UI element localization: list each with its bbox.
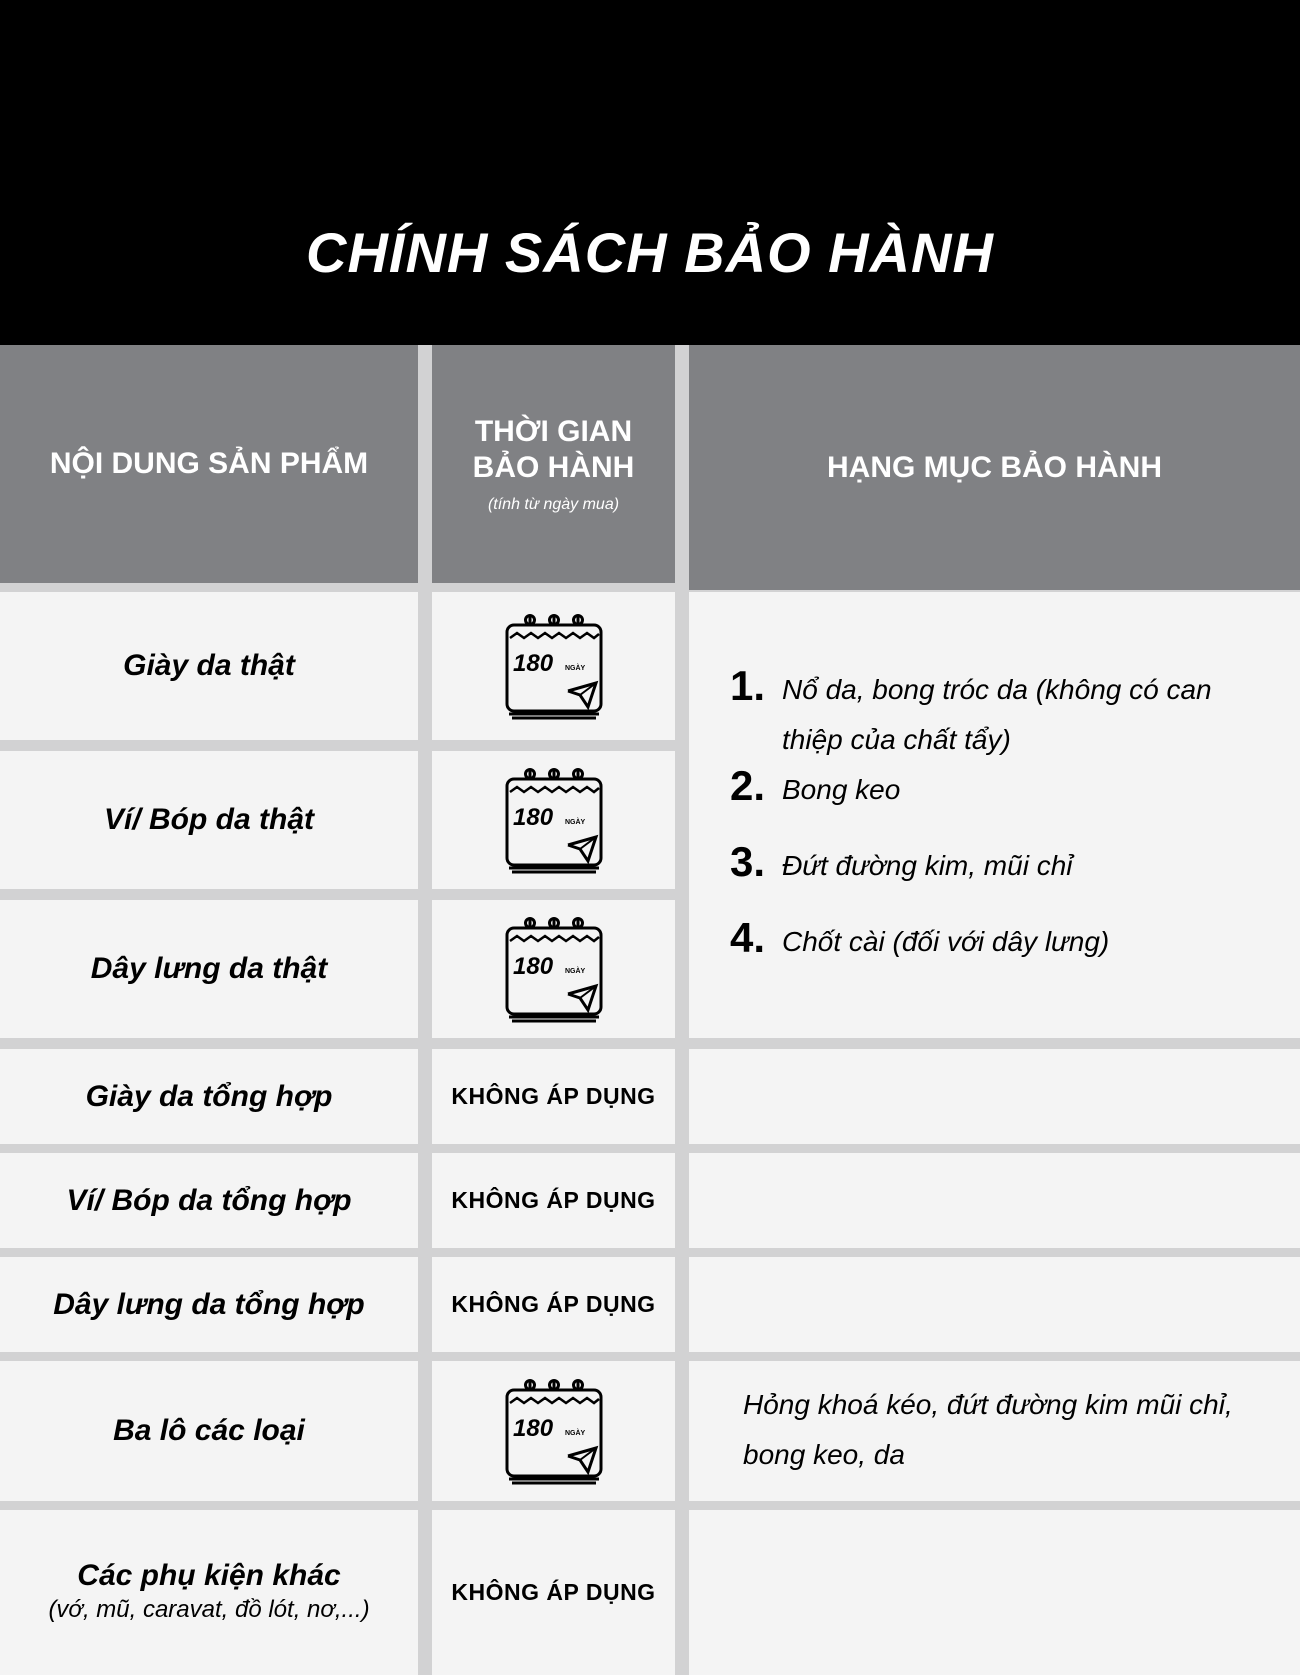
- period-not-applicable: KHÔNG ÁP DỤNG: [451, 1187, 656, 1213]
- list-text: Chốt cài (đối với dây lưng): [782, 926, 1110, 957]
- calendar-180-days-icon: 180 NGÀY: [505, 917, 602, 1023]
- row-product-cell: Ví/ Bóp da thật: [0, 751, 418, 889]
- period-not-applicable: KHÔNG ÁP DỤNG: [451, 1083, 656, 1109]
- row-product-cell: Giày da tổng hợp: [0, 1049, 418, 1144]
- badge-number: 180: [513, 953, 554, 980]
- row-product-cell: Dây lưng da thật: [0, 900, 418, 1038]
- list-number: 4.: [730, 914, 766, 961]
- row-period-cell: KHÔNG ÁP DỤNG: [432, 1510, 675, 1675]
- row-period-cell: 180 NGÀY: [432, 751, 675, 889]
- product-name: Giày da tổng hợp: [85, 1079, 333, 1113]
- list-number: 2.: [730, 762, 766, 809]
- calendar-180-days-icon: 180 NGÀY: [505, 614, 602, 720]
- badge-number: 180: [513, 650, 554, 677]
- list-number: 1.: [730, 662, 766, 709]
- badge-unit: NGÀY: [565, 1428, 586, 1437]
- list-number: 3.: [730, 838, 766, 885]
- product-name: Dây lưng da tổng hợp: [53, 1287, 365, 1321]
- period-not-applicable: KHÔNG ÁP DỤNG: [451, 1579, 656, 1605]
- empty-category-cell: [689, 1049, 1300, 1144]
- empty-category-cell: [689, 1510, 1300, 1675]
- badge-unit: NGÀY: [565, 817, 586, 826]
- row-product-cell: Giày da thật: [0, 592, 418, 740]
- title-banner: CHÍNH SÁCH BẢO HÀNH: [0, 0, 1300, 345]
- row-period-cell: KHÔNG ÁP DỤNG: [432, 1153, 675, 1248]
- badge-unit: NGÀY: [565, 663, 586, 672]
- header-category: HẠNG MỤC BẢO HÀNH: [689, 345, 1300, 590]
- header-product: NỘI DUNG SẢN PHẨM: [0, 345, 418, 583]
- header-category-label: HẠNG MỤC BẢO HÀNH: [827, 450, 1162, 484]
- list-text: Nổ da, bong tróc da (không có can thiệp …: [782, 674, 1212, 755]
- header-period-line1: THỜI GIAN: [474, 415, 633, 448]
- product-name: Ví/ Bóp da tổng hợp: [66, 1183, 352, 1217]
- header-period-note: (tính từ ngày mua): [487, 496, 620, 513]
- calendar-180-days-icon: 180 NGÀY: [505, 1379, 602, 1485]
- list-item: 2. Bong keo: [730, 762, 1270, 815]
- product-name: Dây lưng da thật: [90, 952, 328, 985]
- warranty-policy-page: CHÍNH SÁCH BẢO HÀNH NỘI DUNG SẢN PHẨM TH…: [0, 0, 1300, 1675]
- row-product-cell: Ví/ Bóp da tổng hợp: [0, 1153, 418, 1248]
- row-period-cell: 180 NGÀY: [432, 1361, 675, 1501]
- row-product-cell: Dây lưng da tổng hợp: [0, 1257, 418, 1352]
- header-period: THỜI GIAN BẢO HÀNH (tính từ ngày mua): [432, 345, 675, 583]
- calendar-180-days-icon: 180 NGÀY: [505, 768, 602, 874]
- row-period-cell: KHÔNG ÁP DỤNG: [432, 1257, 675, 1352]
- page-title: CHÍNH SÁCH BẢO HÀNH: [306, 221, 994, 284]
- product-name: Ví/ Bóp da thật: [104, 803, 314, 836]
- list-item: 3. Đứt đường kim, mũi chỉ: [730, 838, 1270, 891]
- badge-number: 180: [513, 1415, 554, 1442]
- product-name: Ba lô các loại: [113, 1414, 305, 1447]
- row-period-cell: KHÔNG ÁP DỤNG: [432, 1049, 675, 1144]
- leather-warranty-list: 1. Nổ da, bong tróc da (không có can thi…: [730, 662, 1270, 967]
- backpack-warranty-text: Hỏng khoá kéo, đứt đường kim mũi chỉ, bo…: [743, 1389, 1233, 1470]
- empty-category-cell: [689, 1153, 1300, 1248]
- list-text: Bong keo: [782, 774, 901, 805]
- row-product-cell: Ba lô các loại: [0, 1361, 418, 1501]
- badge-unit: NGÀY: [565, 966, 586, 975]
- product-name: Giày da thật: [123, 649, 295, 682]
- list-item: 1. Nổ da, bong tróc da (không có can thi…: [730, 662, 1270, 765]
- row-product-cell: Các phụ kiện khác (vớ, mũ, caravat, đồ l…: [0, 1510, 418, 1675]
- period-not-applicable: KHÔNG ÁP DỤNG: [451, 1291, 656, 1317]
- header-period-line2: BẢO HÀNH: [472, 451, 635, 484]
- empty-category-cell: [689, 1257, 1300, 1352]
- product-note: (vớ, mũ, caravat, đồ lót, nơ,...): [48, 1595, 370, 1623]
- list-item: 4. Chốt cài (đối với dây lưng): [730, 914, 1270, 967]
- header-product-label: NỘI DUNG SẢN PHẨM: [49, 447, 369, 480]
- list-text: Đứt đường kim, mũi chỉ: [782, 850, 1073, 881]
- row-period-cell: 180 NGÀY: [432, 900, 675, 1038]
- product-name: Các phụ kiện khác: [77, 1558, 341, 1592]
- badge-number: 180: [513, 804, 554, 831]
- row-period-cell: 180 NGÀY: [432, 592, 675, 740]
